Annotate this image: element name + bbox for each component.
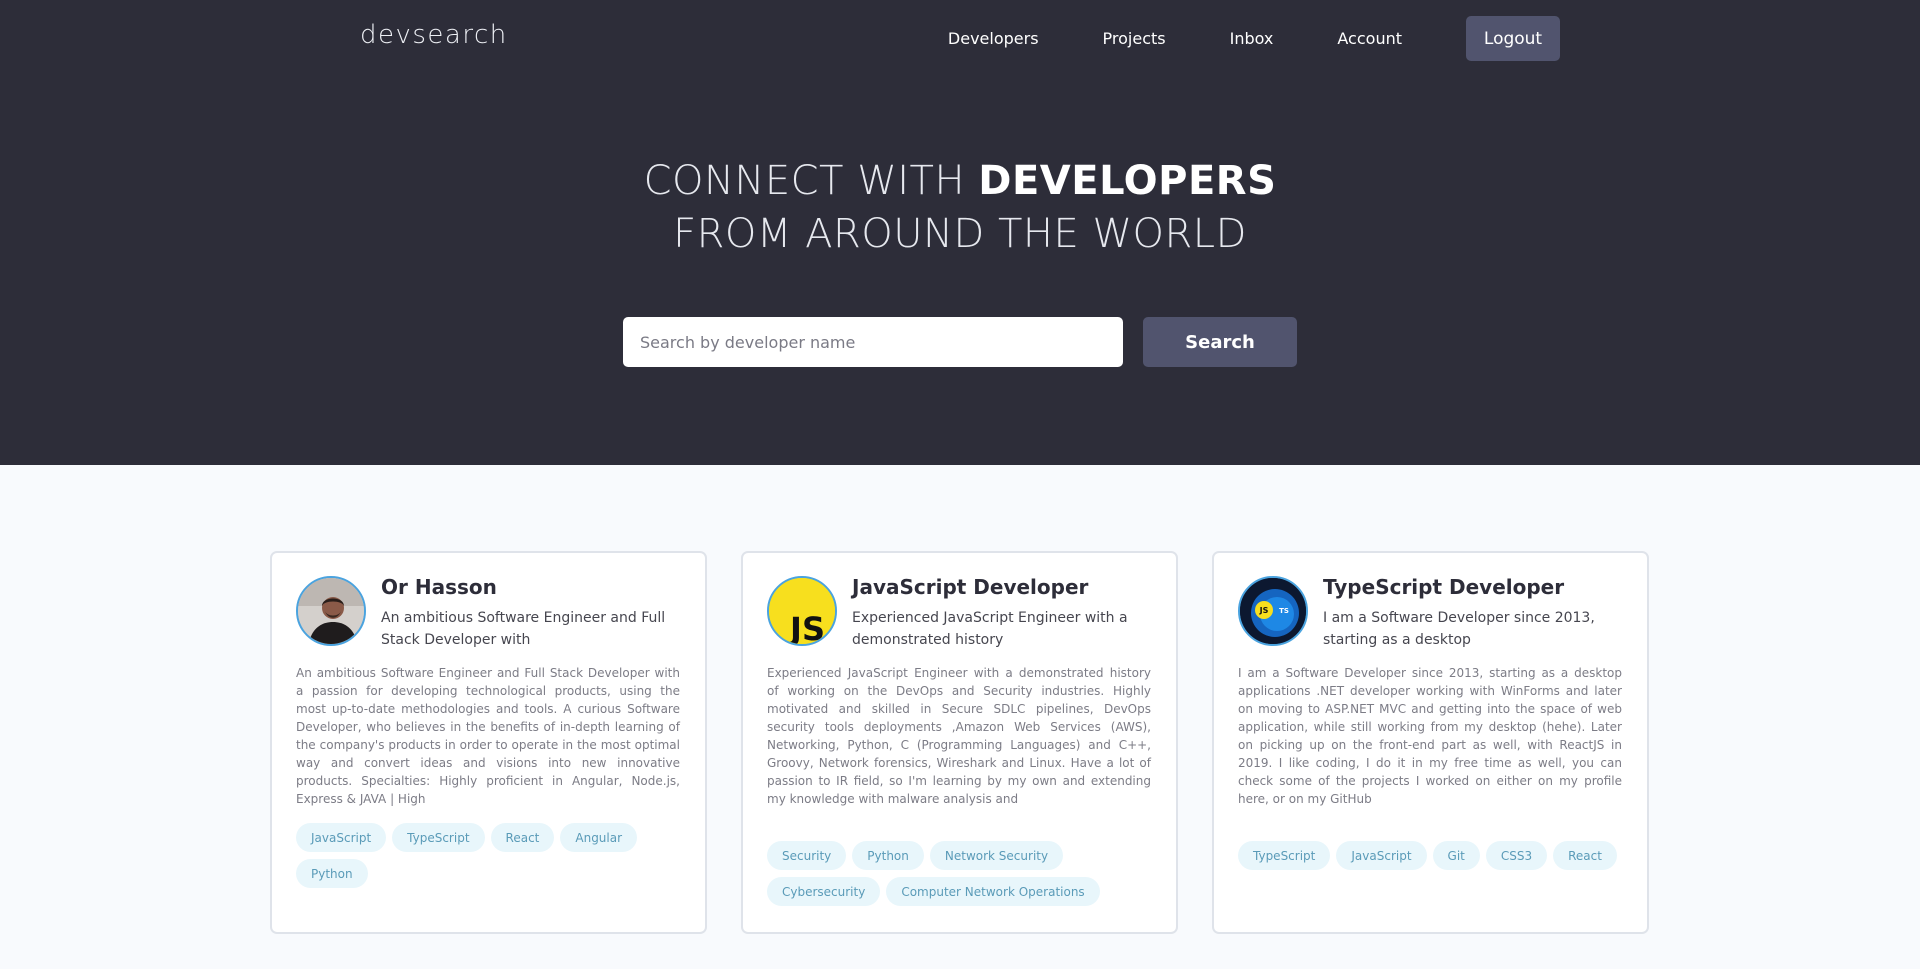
developer-name: JavaScript Developer (852, 575, 1089, 599)
developer-headline: I am a Software Developer since 2013, st… (1323, 610, 1595, 648)
main-nav: Developers Projects Inbox Account Logout (884, 16, 1560, 61)
skill-tag: Python (296, 859, 368, 888)
hero-title-line1: CONNECT WITH DEVELOPERS (0, 158, 1920, 204)
logo-text: devsearch (360, 20, 508, 50)
nav-inbox[interactable]: Inbox (1230, 29, 1274, 48)
skill-tags: TypeScript JavaScript Git CSS3 React (1238, 841, 1628, 877)
ts-badge-text: TS (1279, 607, 1289, 615)
developer-bio: I am a Software Developer since 2013, st… (1238, 666, 1622, 806)
search-input[interactable] (623, 317, 1123, 367)
avatar: JS TS (1238, 576, 1308, 646)
skill-tags: JavaScript TypeScript React Angular Pyth… (296, 823, 686, 895)
skill-tag: Git (1432, 841, 1480, 870)
hero-title-light: CONNECT WITH (643, 158, 979, 204)
javascript-logo-icon: JS (769, 578, 835, 646)
nav-account[interactable]: Account (1337, 29, 1402, 48)
developer-name: Or Hasson (381, 575, 497, 599)
developer-name: TypeScript Developer (1323, 575, 1565, 599)
skill-tag: Cybersecurity (767, 877, 881, 906)
js-logo-text: JS (788, 610, 825, 646)
skill-tag: Computer Network Operations (886, 877, 1100, 906)
nav-projects[interactable]: Projects (1103, 29, 1166, 48)
skill-tag: TypeScript (392, 823, 485, 852)
skill-tag: React (1553, 841, 1617, 870)
nav-developers[interactable]: Developers (948, 29, 1039, 48)
developer-bio: An ambitious Software Engineer and Full … (296, 666, 680, 806)
hero-title-bold: DEVELOPERS (978, 158, 1277, 204)
skill-tag: TypeScript (1238, 841, 1331, 870)
developer-headline: An ambitious Software Engineer and Full … (381, 610, 666, 648)
hero-title-line2: FROM AROUND THE WORLD (673, 211, 1247, 257)
logout-button[interactable]: Logout (1466, 16, 1560, 61)
skill-tag: Python (852, 841, 924, 870)
avatar (296, 576, 366, 646)
site-header: devsearch Developers Projects Inbox Acco… (0, 0, 1920, 465)
skill-tag: JavaScript (296, 823, 387, 852)
typescript-logo-icon: JS TS (1240, 578, 1306, 644)
developer-headline: Experienced JavaScript Engineer with a d… (852, 610, 1128, 648)
skill-tag: Network Security (929, 841, 1064, 870)
logo[interactable]: devsearch (360, 20, 508, 50)
skill-tags: Security Python Network Security Cyberse… (767, 841, 1157, 913)
developer-card-javascript[interactable]: JS JavaScript Developer Experienced Java… (741, 551, 1178, 934)
search-button[interactable]: Search (1143, 317, 1297, 367)
developer-card-typescript[interactable]: JS TS TypeScript Developer I am a Softwa… (1212, 551, 1649, 934)
skill-tag: Security (767, 841, 847, 870)
skill-tag: CSS3 (1485, 841, 1548, 870)
developer-bio: Experienced JavaScript Engineer with a d… (767, 666, 1151, 806)
js-badge-text: JS (1259, 606, 1269, 615)
skill-tag: Angular (560, 823, 638, 852)
skill-tag: JavaScript (1336, 841, 1427, 870)
avatar: JS (767, 576, 837, 646)
developer-card-or-hasson[interactable]: Or Hasson An ambitious Software Engineer… (270, 551, 707, 934)
person-photo-icon (298, 578, 364, 644)
skill-tag: React (490, 823, 555, 852)
